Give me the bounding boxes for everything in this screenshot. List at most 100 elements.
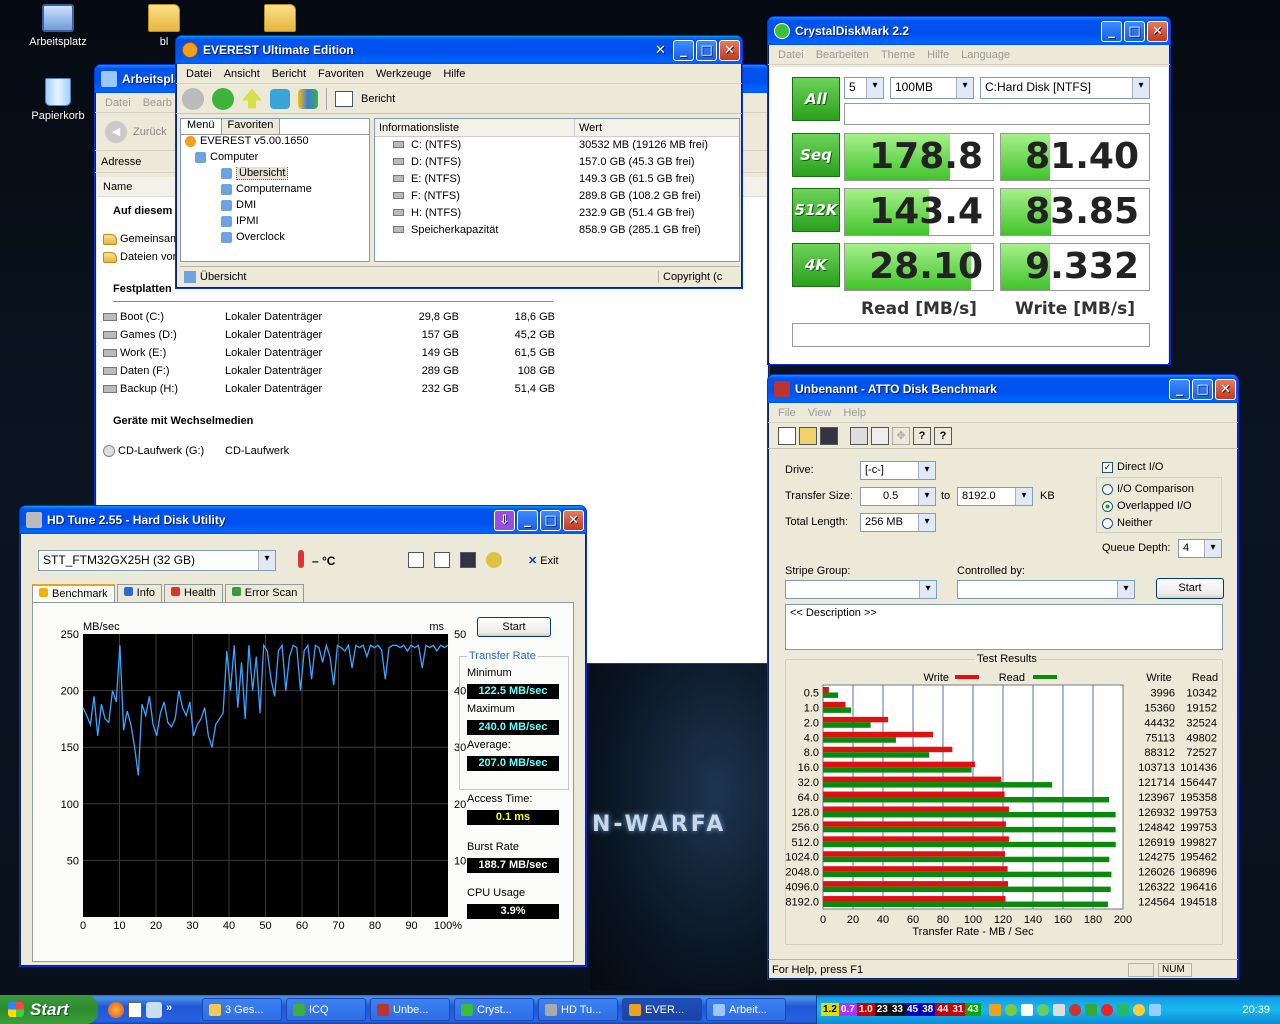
taskbar-task[interactable]: Arbeit...: [706, 998, 786, 1021]
move-icon[interactable]: ✥: [892, 426, 910, 445]
back-icon[interactable]: [182, 87, 204, 110]
table-row[interactable]: E: (NTFS) 149.3 GB (61.5 GB frei): [375, 171, 739, 188]
back-button-label[interactable]: Zurück: [133, 126, 167, 138]
exit-button[interactable]: ✕ Exit: [528, 554, 559, 567]
radio-neither[interactable]: Neither: [1102, 517, 1152, 529]
minimize-button[interactable]: _: [673, 39, 694, 61]
table-row[interactable]: Boot (C:) Lokaler Datenträger 29,8 GB 18,6 …: [103, 311, 563, 327]
start-button[interactable]: Start: [0, 995, 98, 1024]
users-icon[interactable]: [298, 88, 318, 109]
table-row[interactable]: Backup (H:) Lokaler Datenträger 232 GB 51,4…: [103, 383, 563, 399]
desktop-icon-arbeitsplatz[interactable]: Arbeitsplatz: [18, 4, 98, 48]
tree-item[interactable]: Computername: [181, 183, 369, 199]
tree-item[interactable]: DMI: [181, 199, 369, 215]
tab-benchmark[interactable]: Benchmark: [32, 584, 115, 602]
chevron-right-icon[interactable]: »: [166, 1002, 172, 1018]
menu-item[interactable]: Language: [955, 49, 1016, 61]
menu-item[interactable]: Help: [837, 407, 872, 419]
menu-item[interactable]: Werkzeuge: [370, 68, 437, 80]
print-icon[interactable]: [850, 426, 868, 445]
up-icon[interactable]: [242, 88, 262, 109]
tree-item[interactable]: Computer: [181, 151, 369, 167]
column-header-info[interactable]: Informationsliste: [375, 119, 575, 136]
desktop-icon-folder-2[interactable]: [250, 4, 310, 36]
tray-app-icon[interactable]: [1148, 1003, 1161, 1016]
direct-io-checkbox[interactable]: ✓ Direct I/O: [1102, 461, 1163, 473]
network-icon[interactable]: [1020, 1003, 1033, 1016]
tree-item[interactable]: EVEREST v5.00.1650: [181, 135, 369, 151]
tray-app-icon[interactable]: [1132, 1003, 1145, 1016]
atto-titlebar[interactable]: Unbenannt - ATTO Disk Benchmark _ □ ✕: [768, 375, 1238, 403]
forward-icon[interactable]: [212, 87, 234, 110]
tray-app-icon[interactable]: [1100, 1003, 1113, 1016]
save-icon[interactable]: [820, 426, 838, 445]
menu-item[interactable]: Ansicht: [218, 68, 266, 80]
menu-item[interactable]: View: [802, 407, 838, 419]
save-icon[interactable]: [460, 552, 476, 568]
taskbar-task[interactable]: EVER...: [622, 998, 702, 1021]
tray-app-icon[interactable]: [1084, 1003, 1097, 1016]
table-row[interactable]: D: (NTFS) 157.0 GB (45.3 GB frei): [375, 154, 739, 171]
taskbar-task[interactable]: ICQ: [286, 998, 366, 1021]
menu-item[interactable]: Datei: [772, 49, 810, 61]
back-icon[interactable]: ◀: [105, 120, 127, 143]
tray-app-icon[interactable]: [1036, 1003, 1049, 1016]
list-item[interactable]: Gemeinsam: [103, 233, 179, 249]
firefox-icon[interactable]: [108, 1001, 124, 1018]
refresh-icon[interactable]: [270, 88, 290, 109]
cdm-titlebar[interactable]: CrystalDiskMark 2.2 _ □ ✕: [768, 17, 1170, 45]
radio-overlapped-io[interactable]: Overlapped I/O: [1102, 500, 1192, 512]
table-row[interactable]: Speicherkapazität 858.9 GB (285.1 GB frei…: [375, 222, 739, 239]
transfer-size-from-select[interactable]: 0.5: [860, 487, 936, 506]
maximize-button[interactable]: □: [1124, 20, 1145, 42]
table-row[interactable]: Games (D:) Lokaler Datenträger 157 GB 45,2 …: [103, 329, 563, 345]
description-field[interactable]: << Description >>: [785, 604, 1223, 650]
security-icon[interactable]: [1068, 1003, 1081, 1016]
help-icon[interactable]: ?: [913, 426, 931, 445]
quick-launch-icon[interactable]: [146, 1001, 162, 1018]
drive-select[interactable]: STT_FTM32GX25H (32 GB): [38, 550, 276, 571]
close-button[interactable]: ✕: [1147, 20, 1168, 42]
list-item-cd[interactable]: CD-Laufwerk (G:) CD-Laufwerk: [103, 445, 289, 461]
menu-bearbeiten[interactable]: Bearb: [137, 97, 178, 109]
all-button[interactable]: All: [792, 77, 840, 121]
tree-item[interactable]: IPMI: [181, 215, 369, 231]
menu-item[interactable]: Bericht: [266, 68, 312, 80]
taskbar-task[interactable]: HD Tu...: [538, 998, 618, 1021]
table-row[interactable]: F: (NTFS) 289.8 GB (108.2 GB frei): [375, 188, 739, 205]
taskbar-task[interactable]: Unbe...: [370, 998, 450, 1021]
minimize-button[interactable]: _: [1169, 378, 1190, 400]
info-icon[interactable]: [988, 1003, 1001, 1016]
start-button[interactable]: Start: [477, 617, 551, 637]
close-button[interactable]: ✕: [563, 509, 584, 531]
menu-item[interactable]: Datei: [180, 68, 218, 80]
radio-io-comparison[interactable]: I/O Comparison: [1102, 483, 1194, 495]
options-icon[interactable]: [486, 552, 502, 568]
speaker-icon[interactable]: [1052, 1003, 1065, 1016]
desktop-icon-papierkorb[interactable]: Papierkorb: [18, 78, 98, 122]
menu-item[interactable]: Theme: [875, 49, 921, 61]
table-row[interactable]: Daten (F:) Lokaler Datenträger 289 GB 108 G…: [103, 365, 563, 381]
maximize-button[interactable]: □: [696, 39, 717, 61]
size-select[interactable]: 100MB: [890, 77, 974, 99]
menu-item[interactable]: Favoriten: [312, 68, 370, 80]
tab-info[interactable]: Info: [116, 584, 162, 602]
menu-item[interactable]: Hilfe: [437, 68, 471, 80]
tab-menu[interactable]: Menü: [181, 119, 222, 134]
comment-field[interactable]: [844, 103, 1150, 125]
copy-icon[interactable]: [408, 552, 424, 568]
menu-item[interactable]: File: [772, 407, 802, 419]
close-button[interactable]: ✕: [719, 39, 740, 61]
tray-app-icon[interactable]: [1004, 1003, 1017, 1016]
minimize-button[interactable]: _: [1101, 20, 1122, 42]
taskbar-task[interactable]: 3 Ges...: [202, 998, 282, 1021]
test-seq-button[interactable]: Seq: [792, 133, 840, 177]
download-icon[interactable]: ⇩: [494, 509, 515, 531]
notepad-icon[interactable]: [128, 1001, 142, 1018]
report-icon[interactable]: [335, 90, 353, 107]
tab-health[interactable]: Health: [164, 584, 223, 602]
queue-depth-select[interactable]: 4: [1178, 539, 1222, 558]
menu-datei[interactable]: Datei: [99, 97, 137, 109]
maximize-button[interactable]: □: [1192, 378, 1213, 400]
table-row[interactable]: H: (NTFS) 232.9 GB (51.4 GB frei): [375, 205, 739, 222]
